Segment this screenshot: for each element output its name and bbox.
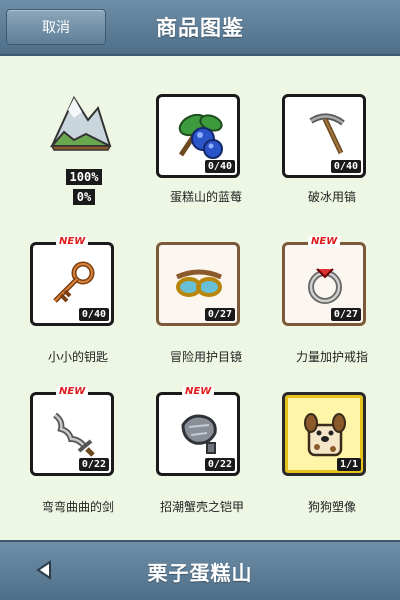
item-count: 0/40 xyxy=(204,160,235,173)
item-count: 0/40 xyxy=(78,308,109,321)
item-name: 狗狗塑像 xyxy=(307,500,356,514)
left-arrow-icon[interactable] xyxy=(32,558,56,582)
item-count: 0/22 xyxy=(204,458,235,471)
item-name: 招潮蟹壳之铠甲 xyxy=(159,500,244,514)
header-bar: 取消 商品图鉴 xyxy=(0,0,400,56)
item-name: 弯弯曲曲的剑 xyxy=(41,500,114,514)
item-grid: 100% 0% 0/40 蛋糕山的蓝莓 0/40 破冰用镐 0/40 NEW 小… xyxy=(0,56,400,542)
new-badge: NEW xyxy=(56,386,89,397)
item-name: 破冰用镐 xyxy=(307,190,356,204)
landmark-percent: 100% xyxy=(36,166,132,185)
item-cell-dog-statue[interactable]: 1/1 狗狗塑像 xyxy=(276,356,396,514)
item-count: 1/1 xyxy=(336,458,361,471)
item-name: 蛋糕山的蓝莓 xyxy=(169,190,242,204)
item-cell-blueberry[interactable]: 0/40 蛋糕山的蓝莓 xyxy=(150,56,270,204)
item-cell-goggles[interactable]: 0/27 冒险用护目镜 xyxy=(150,206,270,364)
item-cell-armor[interactable]: 0/22 NEW 招潮蟹壳之铠甲 xyxy=(150,356,270,514)
new-badge: NEW xyxy=(56,236,89,247)
landmark-percent-secondary: 0% xyxy=(36,186,132,205)
item-cell-ring[interactable]: 0/27 NEW 力量加护戒指 xyxy=(276,206,396,364)
new-badge: NEW xyxy=(182,386,215,397)
cancel-button[interactable]: 取消 xyxy=(6,9,106,45)
area-title: 栗子蛋糕山 xyxy=(147,560,253,585)
item-count: 0/22 xyxy=(78,458,109,471)
item-count: 0/27 xyxy=(330,308,361,321)
footer-bar: 栗子蛋糕山 xyxy=(0,540,400,600)
item-cell-sword[interactable]: 0/22 NEW 弯弯曲曲的剑 xyxy=(24,356,144,514)
new-badge: NEW xyxy=(308,236,341,247)
landmark-cell[interactable]: 100% 0% xyxy=(36,66,156,206)
item-cell-key[interactable]: 0/40 NEW 小小的钥匙 xyxy=(24,206,144,364)
item-count: 0/40 xyxy=(330,160,361,173)
item-cell-pickaxe[interactable]: 0/40 破冰用镐 xyxy=(276,56,396,204)
item-count: 0/27 xyxy=(204,308,235,321)
mountain-icon xyxy=(44,88,114,160)
